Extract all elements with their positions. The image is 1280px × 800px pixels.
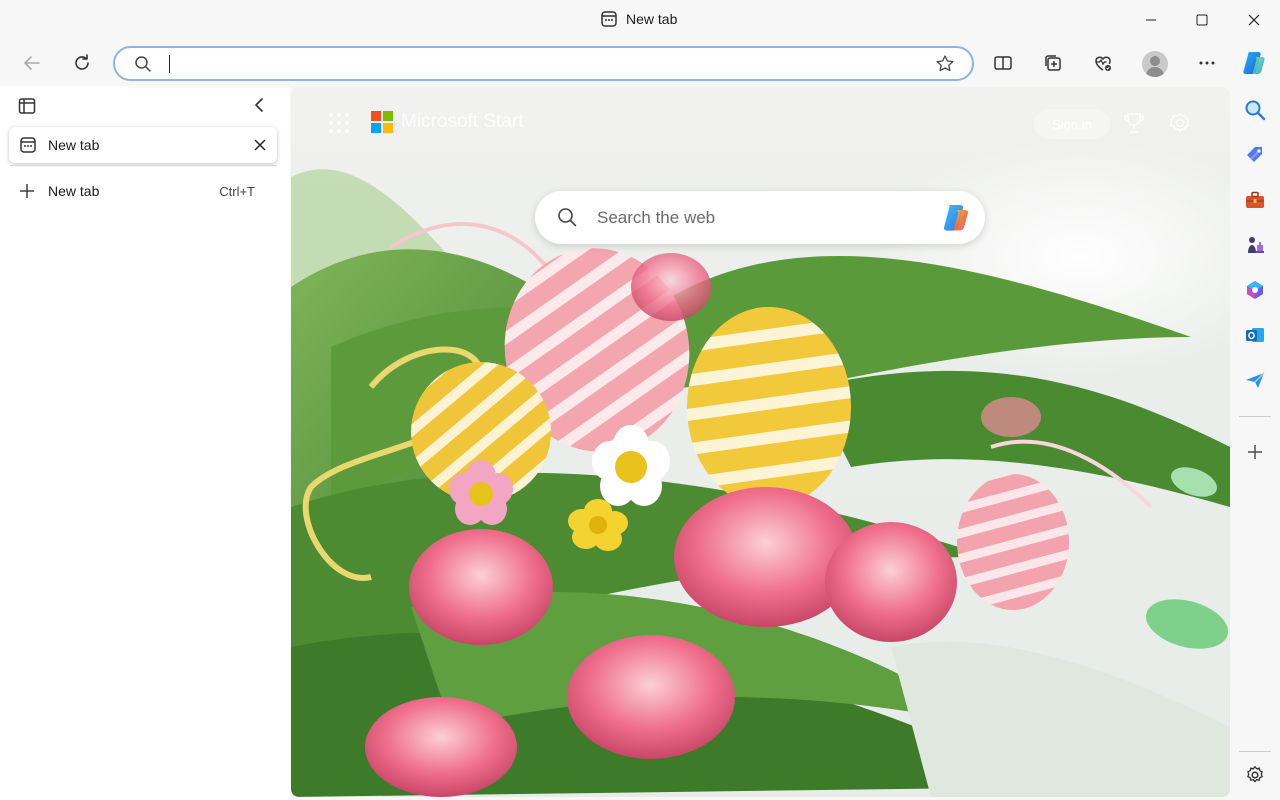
tab-page-icon xyxy=(20,137,36,153)
browser-toolbar xyxy=(0,40,1280,86)
new-tab-shortcut: Ctrl+T xyxy=(219,183,255,199)
edge-sidebar xyxy=(1231,86,1280,800)
title-bar: New tab xyxy=(0,0,1280,40)
browser-essentials-icon xyxy=(1095,56,1111,71)
tools-icon xyxy=(1246,191,1264,208)
drop-icon xyxy=(1246,372,1265,388)
sidebar-games-button[interactable] xyxy=(1239,229,1271,261)
sidebar-tools-button[interactable] xyxy=(1239,184,1271,216)
new-tab-page: Microsoft Start Sign in Search the web xyxy=(291,87,1230,797)
tab-page-icon xyxy=(601,11,617,27)
sign-in-button[interactable]: Sign in xyxy=(1034,109,1110,139)
sidebar-shopping-button[interactable] xyxy=(1239,139,1271,171)
maximize-icon xyxy=(1196,14,1208,26)
profile-avatar[interactable] xyxy=(1142,51,1168,77)
search-icon xyxy=(558,208,577,227)
web-search-box[interactable]: Search the web xyxy=(535,191,985,244)
collections-button[interactable] xyxy=(1035,45,1071,81)
web-search-input[interactable]: Search the web xyxy=(597,208,715,228)
sidebar-search-button[interactable] xyxy=(1239,94,1271,126)
sidebar-drop-button[interactable] xyxy=(1239,364,1271,396)
settings-icon xyxy=(1247,765,1263,783)
close-tab-icon[interactable] xyxy=(254,139,266,151)
address-bar[interactable] xyxy=(113,46,974,81)
search-icon xyxy=(1245,100,1266,121)
window-title-text: New tab xyxy=(626,11,678,27)
refresh-button[interactable] xyxy=(64,45,100,81)
microsoft-365-icon xyxy=(1247,281,1263,299)
sidebar-add-button[interactable] xyxy=(1239,436,1271,468)
vertical-tab-label: New tab xyxy=(48,137,100,153)
copilot-icon[interactable] xyxy=(939,201,973,235)
games-icon xyxy=(1248,237,1264,253)
back-button[interactable] xyxy=(14,45,50,81)
plus-icon xyxy=(1248,445,1262,459)
close-button[interactable] xyxy=(1228,0,1280,40)
sidebar-microsoft-365-button[interactable] xyxy=(1239,274,1271,306)
split-screen-button[interactable] xyxy=(985,45,1021,81)
sidebar-divider xyxy=(1239,416,1271,417)
rewards-trophy-icon[interactable] xyxy=(1123,111,1145,135)
avatar-head xyxy=(1150,56,1160,66)
refresh-icon xyxy=(75,54,89,70)
favorite-star-icon[interactable] xyxy=(935,54,955,74)
more-button[interactable] xyxy=(1189,45,1225,81)
vertical-tab-new-tab[interactable]: New tab xyxy=(9,127,277,163)
copilot-button[interactable] xyxy=(1236,45,1272,81)
brand-text: Microsoft Start xyxy=(401,111,524,132)
shopping-icon xyxy=(1247,147,1262,162)
new-tab-label: New tab xyxy=(48,183,100,199)
tabs-divider xyxy=(10,165,277,166)
sidebar-outlook-button[interactable] xyxy=(1239,319,1271,351)
apps-grid-icon[interactable] xyxy=(328,112,350,134)
microsoft-logo xyxy=(371,111,393,133)
split-screen-icon xyxy=(994,56,1012,70)
vertical-tabs-panel: New tab New tab Ctrl+T xyxy=(0,86,290,800)
collections-icon xyxy=(1045,55,1061,71)
minimize-button[interactable] xyxy=(1125,0,1177,40)
close-icon xyxy=(1248,14,1260,26)
avatar-body xyxy=(1146,67,1164,77)
tab-actions-icon[interactable] xyxy=(18,97,36,115)
outlook-icon xyxy=(1246,328,1264,342)
minimize-icon xyxy=(1146,19,1156,21)
new-tab-button[interactable]: New tab Ctrl+T xyxy=(9,175,277,207)
maximize-button[interactable] xyxy=(1176,0,1228,40)
page-settings-icon[interactable] xyxy=(1168,111,1192,135)
text-caret xyxy=(169,55,170,73)
search-icon xyxy=(135,56,151,72)
window-title: New tab xyxy=(600,10,677,28)
browser-essentials-button[interactable] xyxy=(1085,45,1121,81)
plus-icon xyxy=(20,184,34,198)
collapse-panel-icon[interactable] xyxy=(252,97,266,113)
copilot-icon xyxy=(1243,52,1265,74)
back-icon xyxy=(24,56,40,70)
sidebar-divider xyxy=(1239,751,1271,752)
more-icon xyxy=(1199,61,1215,65)
microsoft-start-brand[interactable]: Microsoft Start xyxy=(371,111,523,133)
sidebar-settings-button[interactable] xyxy=(1239,759,1271,791)
